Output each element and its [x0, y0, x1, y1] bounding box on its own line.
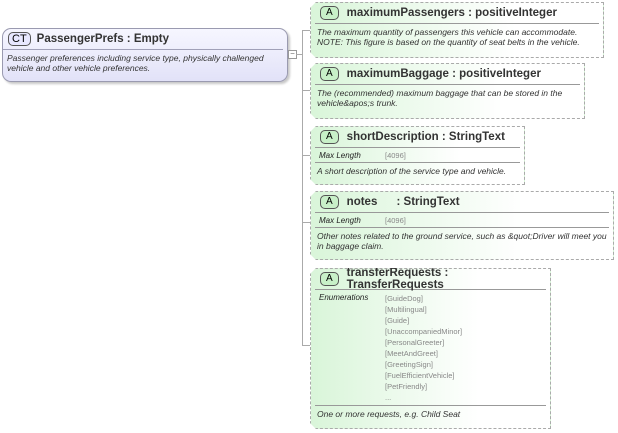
attribute-notes[interactable]: Anotes : StringText Max Length [4096] Oth…	[310, 191, 614, 260]
complex-type-icon: CT	[8, 32, 31, 46]
type-title: PassengerPrefs : Empty	[36, 33, 169, 45]
attribute-maximum-passengers[interactable]: AmaximumPassengers : positiveInteger The…	[310, 2, 604, 58]
attribute-icon: A	[320, 130, 339, 144]
attribute-title: maximumPassengers : positiveInteger	[346, 7, 557, 19]
property-value: [4096]	[385, 151, 406, 160]
enumeration-item: [UnaccompaniedMinor]	[385, 327, 463, 336]
type-description: Passenger preferences including service …	[7, 53, 264, 73]
property-label: Enumerations	[319, 293, 369, 302]
attribute-title: transferRequests : TransferRequests	[346, 267, 449, 291]
property-value: [4096]	[385, 216, 406, 225]
attribute-icon: A	[320, 6, 339, 20]
attribute-description: The maximum quantity of passengers this …	[317, 27, 580, 47]
complex-type-passenger-prefs[interactable]: CT PassengerPrefs : Empty Passenger prefe…	[2, 28, 288, 82]
property-label: Max Length	[319, 151, 361, 160]
attribute-description: Other notes related to the ground servic…	[317, 231, 607, 251]
attribute-title: maximumBaggage : positiveInteger	[346, 68, 541, 80]
attribute-transfer-requests[interactable]: AtransferRequests : TransferRequests Enu…	[310, 268, 551, 429]
enumeration-more: ...	[385, 393, 392, 402]
attribute-icon: A	[320, 67, 339, 81]
enumeration-item: [GreetingSign]	[385, 360, 433, 369]
attribute-description: The (recommended) maximum baggage that c…	[317, 88, 563, 108]
attribute-icon: A	[320, 195, 339, 209]
connector	[302, 155, 310, 156]
attribute-description: A short description of the service type …	[317, 166, 507, 176]
attribute-maximum-baggage[interactable]: AmaximumBaggage : positiveInteger The (r…	[310, 63, 585, 119]
enumeration-item: [Multilingual]	[385, 305, 427, 314]
connector	[302, 222, 310, 223]
connector	[302, 90, 310, 91]
attribute-icon: A	[320, 272, 339, 286]
attribute-title: shortDescription : StringText	[346, 131, 505, 143]
enumeration-list: [GuideDog] [Multilingual] [Guide] [Unacc…	[385, 293, 462, 403]
enumeration-item: [MeetAndGreet]	[385, 349, 438, 358]
enumeration-item: [GuideDog]	[385, 294, 423, 303]
enumeration-item: [PetFriendly]	[385, 382, 428, 391]
enumeration-item: [FuelEfficientVehicle]	[385, 371, 455, 380]
enumeration-item: [Guide]	[385, 316, 410, 325]
attribute-short-description[interactable]: AshortDescription : StringText Max Lengt…	[310, 126, 525, 185]
property-label: Max Length	[319, 216, 361, 225]
attribute-description: One or more requests, e.g. Child Seat	[317, 409, 461, 419]
attribute-title: notes : StringText	[346, 196, 460, 208]
enumeration-item: [PersonalGreeter]	[385, 338, 445, 347]
connector	[302, 30, 303, 346]
connector	[302, 30, 310, 31]
connector	[302, 345, 310, 346]
